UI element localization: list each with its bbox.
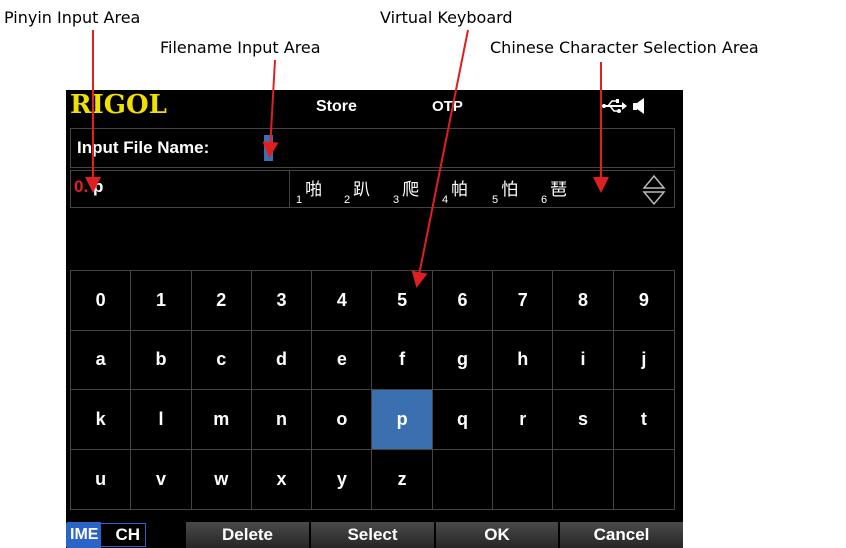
key-b[interactable]: b <box>131 330 192 390</box>
rigol-logo: RIGOL <box>70 90 167 120</box>
ime-softkey[interactable]: IME CH <box>66 522 184 548</box>
key-9[interactable]: 9 <box>613 271 674 331</box>
candidate-3[interactable]: 3爬 <box>393 175 419 206</box>
key-k[interactable]: k <box>71 390 132 450</box>
key-t[interactable]: t <box>613 390 674 450</box>
key-empty <box>614 450 674 510</box>
key-g[interactable]: g <box>432 330 494 390</box>
key-x[interactable]: x <box>252 449 313 509</box>
ime-label: IME <box>67 522 102 548</box>
instrument-screen: RIGOL Store OTP Input File Name: 0. p 1啪… <box>66 90 683 548</box>
key-e[interactable]: e <box>312 330 373 390</box>
filename-input-area[interactable]: Input File Name: <box>70 128 675 168</box>
key-c[interactable]: c <box>191 330 252 390</box>
key-z[interactable]: z <box>372 449 433 509</box>
callout-virtual-keyboard: Virtual Keyboard <box>380 8 513 27</box>
chinese-character-selection-area: 1啪 2趴 3爬 4帕 5怕 6琶 <box>289 171 675 207</box>
filename-cursor <box>264 135 273 161</box>
key-6[interactable]: 6 <box>432 271 494 331</box>
candidate-4[interactable]: 4帕 <box>442 175 468 206</box>
key-3[interactable]: 3 <box>251 271 313 331</box>
key-u[interactable]: u <box>71 449 132 509</box>
key-8[interactable]: 8 <box>553 271 614 331</box>
key-1[interactable]: 1 <box>131 271 192 331</box>
key-q[interactable]: q <box>432 390 494 450</box>
key-a[interactable]: a <box>71 330 132 390</box>
status-otp: OTP <box>432 98 463 115</box>
key-y[interactable]: y <box>312 449 373 509</box>
key-0[interactable]: 0 <box>71 271 132 331</box>
filename-label: Input File Name: <box>77 138 210 157</box>
key-s[interactable]: s <box>553 390 614 450</box>
key-h[interactable]: h <box>493 330 554 390</box>
key-2[interactable]: 2 <box>191 271 252 331</box>
delete-button[interactable]: Delete <box>184 522 309 548</box>
key-empty <box>493 449 554 509</box>
ime-box: IME CH <box>66 522 146 548</box>
usb-icon <box>602 99 627 113</box>
mode-title: Store <box>316 98 357 115</box>
key-l[interactable]: l <box>131 390 192 450</box>
key-i[interactable]: i <box>553 330 614 390</box>
key-o[interactable]: o <box>312 390 373 450</box>
pinyin-index: 0. <box>74 177 89 196</box>
ok-button[interactable]: OK <box>434 522 558 548</box>
key-p[interactable]: p <box>372 390 433 450</box>
key-w[interactable]: w <box>192 449 252 509</box>
virtual-keyboard: 0123456789 abcdefghij klmnopqrst uvwxyz <box>70 270 675 510</box>
callout-pinyin-input-area: Pinyin Input Area <box>4 8 141 27</box>
softkey-menu: IME CH Delete Select OK Cancel <box>66 522 683 548</box>
candidate-6[interactable]: 6琶 <box>541 175 567 206</box>
candidate-1[interactable]: 1啪 <box>296 175 322 206</box>
callout-filename-input-area: Filename Input Area <box>160 38 321 57</box>
key-empty <box>553 449 614 509</box>
key-r[interactable]: r <box>493 390 554 450</box>
key-n[interactable]: n <box>251 390 313 450</box>
candidate-5[interactable]: 5怕 <box>492 175 518 206</box>
key-j[interactable]: j <box>613 331 674 390</box>
select-button[interactable]: Select <box>309 522 434 548</box>
key-empty <box>433 449 494 509</box>
key-m[interactable]: m <box>191 390 252 450</box>
pinyin-input-area[interactable]: 0. p <box>71 171 289 207</box>
key-5[interactable]: 5 <box>372 271 433 331</box>
candidate-scroll-icon[interactable] <box>641 173 667 207</box>
title-bar: RIGOL Store OTP <box>66 90 683 124</box>
key-d[interactable]: d <box>251 330 313 390</box>
ime-value: CH <box>115 525 141 544</box>
pinyin-text: p <box>93 177 104 196</box>
key-f[interactable]: f <box>372 330 433 390</box>
speaker-icon <box>633 98 644 114</box>
key-7[interactable]: 7 <box>493 271 554 331</box>
candidate-2[interactable]: 2趴 <box>344 175 370 206</box>
key-v[interactable]: v <box>131 449 192 509</box>
pinyin-row: 0. p 1啪 2趴 3爬 4帕 5怕 6琶 <box>70 170 675 208</box>
callout-chinese-character-selection-area: Chinese Character Selection Area <box>490 38 759 57</box>
key-4[interactable]: 4 <box>312 271 373 331</box>
cancel-button[interactable]: Cancel <box>558 522 683 548</box>
